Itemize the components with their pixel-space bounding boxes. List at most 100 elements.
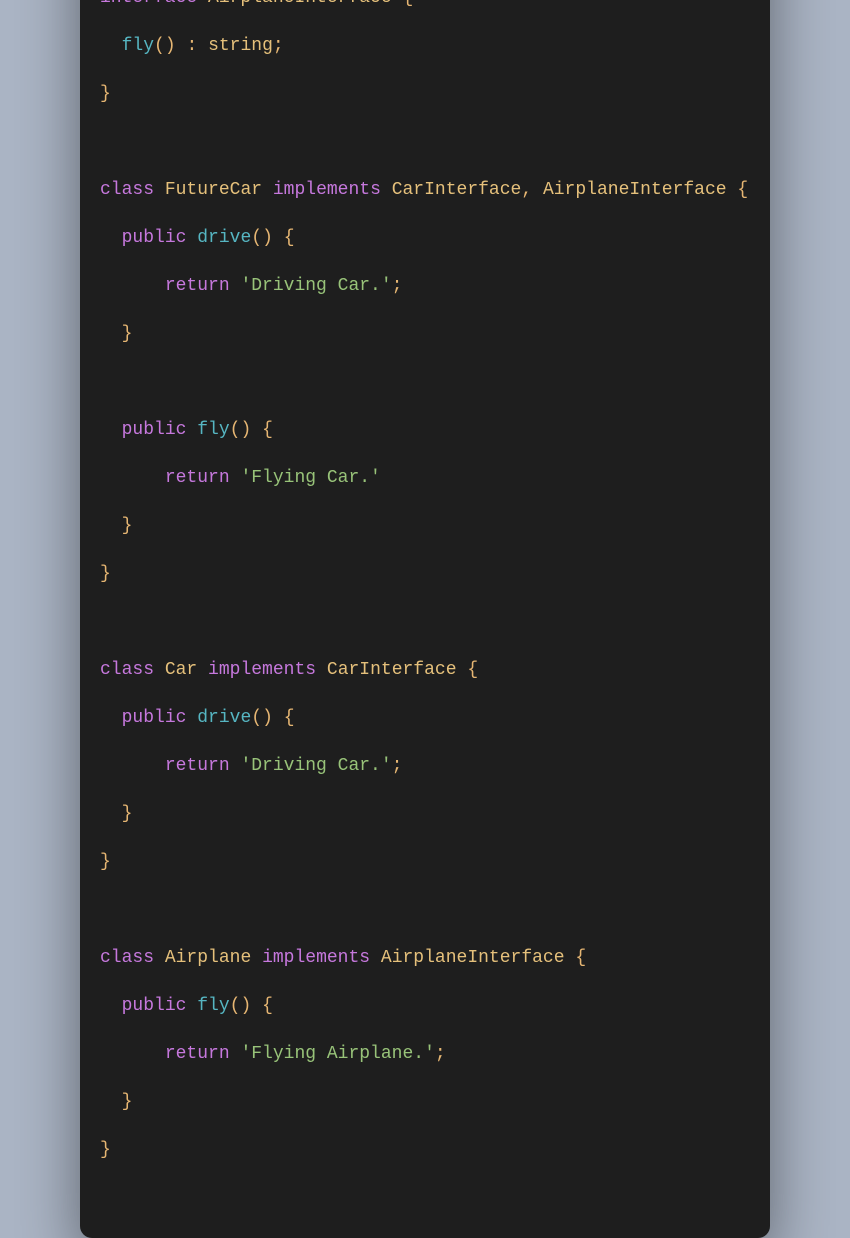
space	[197, 36, 208, 56]
code-line: class FutureCar implements CarInterface,…	[100, 178, 750, 202]
brace-close: }	[100, 1140, 111, 1160]
code-line: }	[100, 82, 750, 106]
code-line: return 'Driving Car.';	[100, 754, 750, 778]
paren-open: (	[251, 228, 262, 248]
brace-open: {	[284, 708, 295, 728]
brace-close: }	[122, 516, 133, 536]
page-background: interface CarInterface { drive() : strin…	[0, 0, 850, 956]
space	[197, 0, 208, 8]
semicolon: ;	[273, 36, 284, 56]
space	[273, 228, 284, 248]
space	[532, 180, 543, 200]
semicolon: ;	[392, 276, 403, 296]
code-line: return 'Driving Car.';	[100, 274, 750, 298]
kw-return: return	[165, 1044, 230, 1064]
brace-close: }	[122, 1092, 133, 1112]
paren-close: )	[262, 228, 273, 248]
kw-public: public	[122, 420, 187, 440]
code-line: public fly() {	[100, 418, 750, 442]
indent	[100, 1092, 122, 1112]
code-line: fly() : string;	[100, 34, 750, 58]
code-line	[100, 370, 750, 394]
method-fly: fly	[122, 36, 154, 56]
brace-open: {	[402, 0, 413, 8]
space	[273, 708, 284, 728]
code-line: }	[100, 850, 750, 874]
kw-public: public	[122, 708, 187, 728]
indent	[100, 804, 122, 824]
brace-open: {	[262, 420, 273, 440]
space	[154, 660, 165, 680]
type-AirplaneInterface: AirplaneInterface	[208, 0, 392, 8]
space	[392, 0, 403, 8]
indent	[100, 420, 122, 440]
string-literal: 'Driving Car.'	[240, 756, 391, 776]
space	[154, 948, 165, 968]
type-Car: Car	[165, 660, 197, 680]
brace-close: }	[100, 564, 111, 584]
brace-open: {	[737, 180, 748, 200]
paren-close: )	[240, 420, 251, 440]
code-line: public fly() {	[100, 994, 750, 1018]
brace-close: }	[100, 852, 111, 872]
kw-class: class	[100, 180, 154, 200]
type-AirplaneInterface: AirplaneInterface	[381, 948, 565, 968]
code-line	[100, 898, 750, 922]
space	[230, 756, 241, 776]
code-line	[100, 610, 750, 634]
paren-open: (	[154, 36, 165, 56]
indent	[100, 1044, 165, 1064]
kw-implements: implements	[208, 660, 316, 680]
paren-close: )	[240, 996, 251, 1016]
indent	[100, 708, 122, 728]
space	[230, 276, 241, 296]
code-line: }	[100, 322, 750, 346]
code-block: interface CarInterface { drive() : strin…	[100, 0, 750, 1210]
code-line: }	[100, 1090, 750, 1114]
method-fly: fly	[197, 420, 229, 440]
code-line: public drive() {	[100, 226, 750, 250]
code-line: }	[100, 1138, 750, 1162]
code-line: }	[100, 802, 750, 826]
space	[316, 660, 327, 680]
indent	[100, 324, 122, 344]
code-line: interface AirplaneInterface {	[100, 0, 750, 10]
type-FutureCar: FutureCar	[165, 180, 262, 200]
kw-return: return	[165, 468, 230, 488]
brace-open: {	[262, 996, 273, 1016]
code-line: return 'Flying Car.'	[100, 466, 750, 490]
kw-public: public	[122, 228, 187, 248]
type-string: string	[208, 36, 273, 56]
space	[251, 948, 262, 968]
brace-close: }	[100, 84, 111, 104]
type-Airplane: Airplane	[165, 948, 251, 968]
space	[176, 36, 187, 56]
method-drive: drive	[197, 228, 251, 248]
method-fly: fly	[197, 996, 229, 1016]
brace-open: {	[284, 228, 295, 248]
string-literal: 'Flying Car.'	[240, 468, 380, 488]
method-drive: drive	[197, 708, 251, 728]
indent	[100, 468, 165, 488]
kw-implements: implements	[262, 948, 370, 968]
comma: ,	[521, 180, 532, 200]
kw-return: return	[165, 276, 230, 296]
space	[186, 420, 197, 440]
space	[727, 180, 738, 200]
space	[370, 948, 381, 968]
code-line: }	[100, 514, 750, 538]
space	[565, 948, 576, 968]
colon: :	[186, 36, 197, 56]
space	[230, 1044, 241, 1064]
code-line: return 'Flying Airplane.';	[100, 1042, 750, 1066]
brace-close: }	[122, 324, 133, 344]
brace-close: }	[122, 804, 133, 824]
paren-close: )	[262, 708, 273, 728]
space	[262, 180, 273, 200]
indent	[100, 228, 122, 248]
space	[457, 660, 468, 680]
paren-open: (	[230, 420, 241, 440]
kw-class: class	[100, 660, 154, 680]
kw-interface: interface	[100, 0, 197, 8]
code-line	[100, 130, 750, 154]
